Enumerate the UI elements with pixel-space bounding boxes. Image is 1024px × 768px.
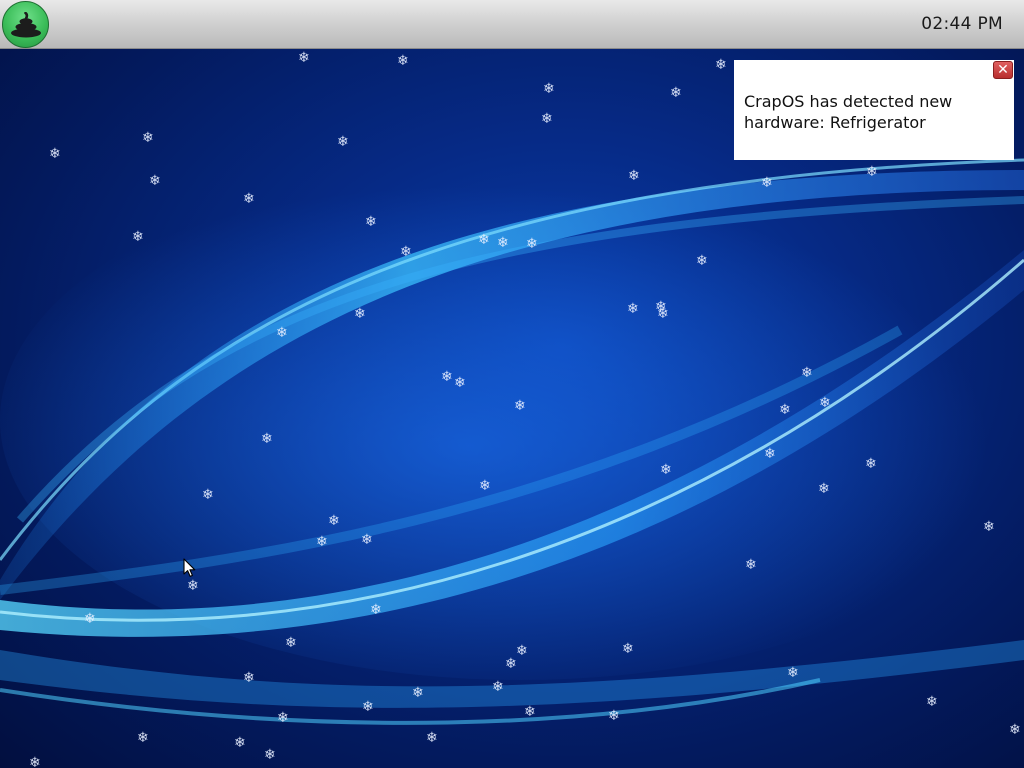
notification-close-button[interactable]: ✕ — [993, 61, 1013, 79]
notification-message: CrapOS has detected new hardware: Refrig… — [744, 92, 953, 132]
start-button[interactable] — [2, 1, 49, 48]
top-panel: 02:44 PM — [0, 0, 1024, 49]
poop-pile-icon — [10, 11, 41, 37]
clock[interactable]: 02:44 PM — [921, 14, 1003, 34]
hardware-notification: ✕ CrapOS has detected new hardware: Refr… — [734, 60, 1014, 160]
close-icon: ✕ — [997, 62, 1009, 78]
desktop[interactable]: ❄ ❄ ❄ ❄ ❄ ❄ ❄ ❄ ❄ ❄ ❄ ❄ ❄ ❄ ❄ ❄ ❄ ❄ ❄ ❄ … — [0, 0, 1024, 768]
arrow-cursor-icon — [183, 558, 196, 577]
